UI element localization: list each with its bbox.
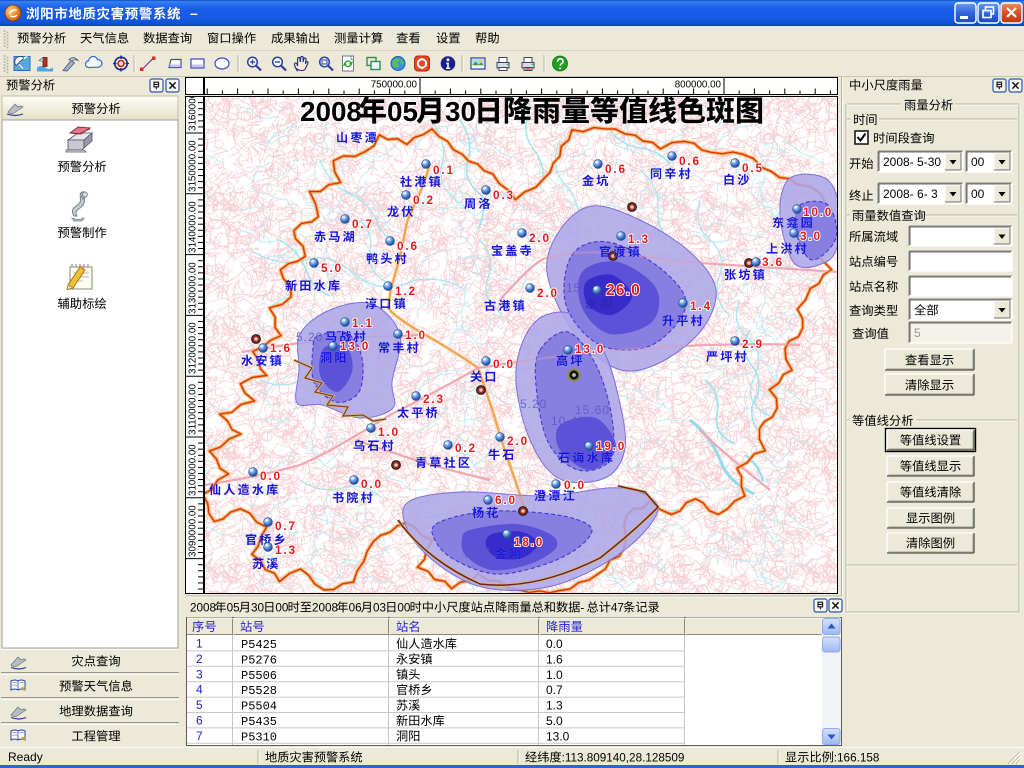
svg-text:1.3: 1.3 bbox=[275, 543, 297, 557]
svg-text:P5435: P5435 bbox=[241, 715, 277, 729]
svg-text:1.4: 1.4 bbox=[690, 299, 712, 313]
svg-text:1.2: 1.2 bbox=[395, 284, 417, 298]
svg-text:47: 47 bbox=[611, 602, 624, 615]
svg-text:3120000.00: 3120000.00 bbox=[188, 322, 199, 374]
svg-text:3.0: 3.0 bbox=[800, 229, 822, 243]
svg-text:5: 5 bbox=[196, 698, 203, 712]
svg-text:30: 30 bbox=[251, 602, 265, 615]
svg-text:13.0: 13.0 bbox=[546, 729, 570, 743]
svg-text:1.6: 1.6 bbox=[270, 341, 292, 355]
svg-text:0.5: 0.5 bbox=[742, 161, 764, 175]
svg-text:1.0: 1.0 bbox=[405, 328, 427, 342]
svg-text:0.0: 0.0 bbox=[260, 469, 282, 483]
svg-text:P5425: P5425 bbox=[241, 638, 277, 652]
svg-text:5.0: 5.0 bbox=[321, 261, 343, 275]
svg-text:0.3: 0.3 bbox=[493, 188, 515, 202]
svg-text:3140000.00: 3140000.00 bbox=[188, 201, 199, 253]
svg-text:800000.00: 800000.00 bbox=[675, 80, 722, 91]
svg-text:00: 00 bbox=[971, 187, 985, 201]
svg-text:18.0: 18.0 bbox=[514, 535, 544, 549]
svg-text:0.6: 0.6 bbox=[397, 239, 419, 253]
svg-text:Ready: Ready bbox=[8, 750, 43, 764]
svg-text:13.0: 13.0 bbox=[340, 339, 370, 353]
svg-text:2008: 2008 bbox=[312, 602, 338, 615]
svg-text:03: 03 bbox=[373, 602, 386, 615]
svg-text:1.6: 1.6 bbox=[546, 652, 563, 666]
svg-text:P5276: P5276 bbox=[241, 653, 277, 667]
svg-text:0.2: 0.2 bbox=[455, 441, 477, 455]
svg-text:2008- 6- 3: 2008- 6- 3 bbox=[883, 187, 938, 201]
svg-text:2008- 5-30: 2008- 5-30 bbox=[883, 155, 941, 169]
svg-text:1.0: 1.0 bbox=[546, 668, 563, 682]
svg-text:6.0: 6.0 bbox=[495, 493, 517, 507]
svg-text:06: 06 bbox=[349, 602, 362, 615]
svg-text:0.0: 0.0 bbox=[546, 637, 563, 651]
svg-text:00: 00 bbox=[397, 602, 411, 615]
svg-text:–: – bbox=[190, 5, 198, 21]
svg-text:5: 5 bbox=[914, 326, 921, 340]
svg-text:3090000.00: 3090000.00 bbox=[188, 505, 199, 557]
svg-text:6: 6 bbox=[196, 714, 203, 728]
svg-text:19.0: 19.0 bbox=[596, 439, 626, 453]
svg-text:P5528: P5528 bbox=[241, 684, 277, 698]
svg-text:4: 4 bbox=[196, 683, 203, 697]
svg-text:2.9: 2.9 bbox=[742, 337, 764, 351]
svg-text:30: 30 bbox=[445, 96, 476, 127]
svg-text:P5506: P5506 bbox=[241, 669, 277, 683]
svg-text:5.0: 5.0 bbox=[546, 714, 563, 728]
svg-text:3110000.00: 3110000.00 bbox=[188, 383, 199, 435]
svg-text:1.0: 1.0 bbox=[378, 425, 400, 439]
svg-text:0.7: 0.7 bbox=[275, 519, 297, 533]
svg-text:5.20: 5.20 bbox=[520, 397, 547, 411]
svg-text:05: 05 bbox=[227, 602, 241, 615]
svg-text:0.2: 0.2 bbox=[413, 193, 435, 207]
svg-text:2.0: 2.0 bbox=[507, 434, 529, 448]
svg-text:15.6: 15.6 bbox=[464, 546, 491, 560]
svg-text:3150000.00: 3150000.00 bbox=[188, 140, 199, 192]
svg-text:13.0: 13.0 bbox=[575, 342, 605, 356]
svg-text:2: 2 bbox=[196, 652, 203, 666]
svg-text:2008: 2008 bbox=[190, 602, 216, 615]
svg-text:0.6: 0.6 bbox=[605, 162, 627, 176]
svg-text:1.3: 1.3 bbox=[546, 699, 563, 713]
svg-text:00: 00 bbox=[275, 602, 289, 615]
svg-text:3.6: 3.6 bbox=[762, 255, 784, 269]
svg-text:2.0: 2.0 bbox=[537, 286, 559, 300]
svg-text:3: 3 bbox=[196, 667, 203, 681]
svg-text:0.7: 0.7 bbox=[352, 217, 374, 231]
svg-text:1.3: 1.3 bbox=[628, 232, 650, 246]
svg-text::113.809140,28.128509: :113.809140,28.128509 bbox=[562, 752, 685, 765]
svg-text:0.0: 0.0 bbox=[493, 357, 515, 371]
svg-text:750000.00: 750000.00 bbox=[371, 80, 418, 91]
svg-text:7: 7 bbox=[196, 729, 203, 743]
svg-text:2.3: 2.3 bbox=[423, 392, 445, 406]
svg-text:0.0: 0.0 bbox=[564, 478, 586, 492]
svg-text:0.7: 0.7 bbox=[546, 683, 563, 697]
svg-text:2.0: 2.0 bbox=[529, 231, 551, 245]
svg-text:2008: 2008 bbox=[300, 96, 362, 127]
svg-text:1.1: 1.1 bbox=[352, 316, 374, 330]
svg-text:10.0: 10.0 bbox=[803, 205, 833, 219]
svg-text::166.158: :166.158 bbox=[834, 752, 880, 765]
svg-text:05: 05 bbox=[387, 96, 418, 127]
svg-text:0.6: 0.6 bbox=[679, 154, 701, 168]
svg-text:3130000.00: 3130000.00 bbox=[188, 262, 199, 314]
svg-text:P5310: P5310 bbox=[241, 730, 277, 744]
svg-text:5.20: 5.20 bbox=[296, 330, 323, 344]
svg-text:26.0: 26.0 bbox=[606, 282, 641, 299]
svg-text:00: 00 bbox=[971, 155, 985, 169]
svg-text:10.40: 10.40 bbox=[551, 414, 586, 428]
svg-text:0.0: 0.0 bbox=[361, 477, 383, 491]
svg-text:0.1: 0.1 bbox=[433, 163, 455, 177]
svg-text:1: 1 bbox=[196, 637, 203, 651]
svg-text:15.: 15. bbox=[566, 281, 586, 295]
svg-text:-: - bbox=[580, 602, 584, 615]
svg-text:3100000.00: 3100000.00 bbox=[188, 444, 199, 496]
svg-text:P5504: P5504 bbox=[241, 700, 277, 714]
